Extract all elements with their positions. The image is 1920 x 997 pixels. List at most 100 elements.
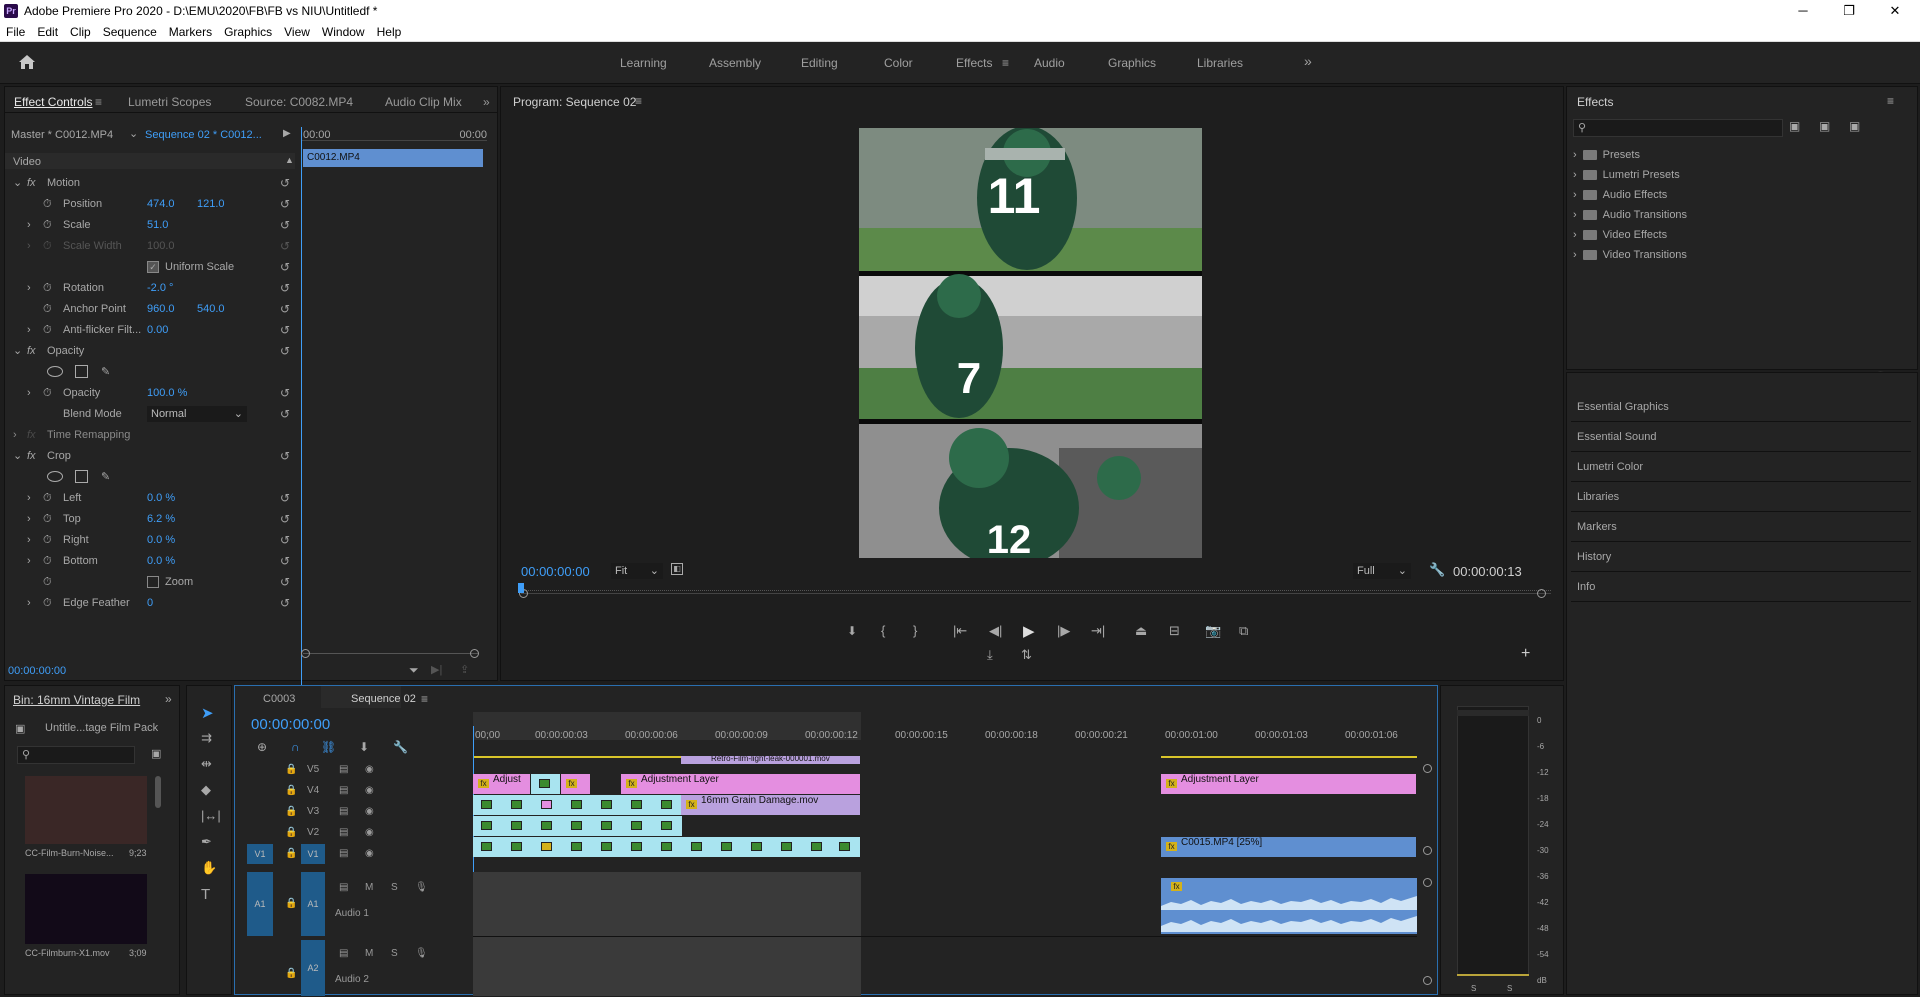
mark-in-icon[interactable]: { bbox=[881, 623, 885, 638]
menu-sequence[interactable]: Sequence bbox=[97, 22, 163, 42]
add-marker-icon[interactable]: ⬇ bbox=[359, 740, 369, 754]
expand-icon[interactable]: › bbox=[27, 278, 31, 298]
menu-graphics[interactable]: Graphics bbox=[218, 22, 278, 42]
fit-dropdown[interactable]: Fit ⌄ bbox=[611, 563, 663, 579]
expand-icon[interactable]: › bbox=[27, 488, 31, 508]
lock-icon[interactable]: 🔒 bbox=[285, 806, 297, 817]
go-to-out-icon[interactable]: ⇥| bbox=[1091, 623, 1105, 639]
lock-icon[interactable]: 🔒 bbox=[285, 764, 297, 775]
bin-item-name[interactable]: CC-Filmburn-X1.mov bbox=[25, 948, 110, 958]
resolution-dropdown[interactable]: Full ⌄ bbox=[1353, 563, 1411, 579]
zoom-checkbox[interactable] bbox=[147, 576, 159, 588]
insert-icon[interactable]: ⤓ bbox=[987, 647, 993, 663]
program-timecode[interactable]: 00:00:00:00 bbox=[521, 564, 590, 579]
program-title[interactable]: Program: Sequence 02 bbox=[513, 95, 636, 109]
vertical-scroll-handle[interactable] bbox=[1423, 976, 1432, 985]
mic-icon[interactable]: 🎙 bbox=[415, 882, 428, 893]
panel-essential-graphics[interactable]: Essential Graphics bbox=[1577, 401, 1669, 413]
zoom-handle-left[interactable] bbox=[301, 649, 310, 658]
clip-v4-3[interactable]: fx bbox=[561, 774, 591, 794]
expand-icon[interactable]: › bbox=[27, 383, 31, 403]
bin-path[interactable]: Untitle...tage Film Pack bbox=[45, 722, 158, 734]
sync-icon[interactable]: ▤ bbox=[339, 764, 348, 775]
workspace-learning[interactable]: Learning bbox=[620, 56, 667, 70]
lock-icon[interactable]: 🔒 bbox=[285, 968, 297, 979]
pen-mask-icon[interactable]: ✎ bbox=[101, 467, 110, 487]
meter-solo-left[interactable]: S bbox=[1471, 984, 1476, 993]
reset-icon[interactable]: ↺ bbox=[280, 194, 290, 214]
anchor-x-value[interactable]: 960.0 bbox=[147, 299, 175, 319]
nest-icon[interactable]: ⊕ bbox=[257, 740, 267, 754]
lock-icon[interactable]: 🔒 bbox=[285, 898, 297, 909]
clip-retro-light-leak[interactable]: Retro-Film-light-leak-000001.mov bbox=[681, 756, 861, 764]
track-label[interactable]: V1 bbox=[301, 844, 325, 864]
minimize-button[interactable]: ─ bbox=[1780, 0, 1826, 22]
effects-folder-lumetri-presets[interactable]: › Lumetri Presets bbox=[1567, 165, 1907, 185]
workspace-effects[interactable]: Effects bbox=[956, 56, 992, 70]
program-scrubber[interactable] bbox=[521, 593, 1551, 594]
crop-left-value[interactable]: 0.0 % bbox=[147, 488, 175, 508]
effects-folder-video-effects[interactable]: › Video Effects bbox=[1567, 225, 1907, 245]
clip-v4-2[interactable] bbox=[531, 774, 561, 794]
panel-more-icon[interactable]: » bbox=[165, 692, 172, 706]
expand-icon[interactable]: › bbox=[27, 551, 31, 571]
menu-clip[interactable]: Clip bbox=[64, 22, 97, 42]
sync-icon[interactable]: ▤ bbox=[339, 806, 348, 817]
clip-adjust[interactable]: fx Adjust bbox=[473, 774, 531, 794]
panel-lumetri-color[interactable]: Lumetri Color bbox=[1577, 461, 1643, 473]
stopwatch-icon[interactable]: ⏱ bbox=[43, 278, 52, 298]
clip-v3-group[interactable] bbox=[473, 795, 683, 815]
stopwatch-icon[interactable]: ⏱ bbox=[43, 194, 52, 214]
linked-selection-icon[interactable]: ⛓ bbox=[321, 740, 336, 754]
vertical-scroll-handle[interactable] bbox=[1423, 764, 1432, 773]
expand-icon[interactable]: › bbox=[13, 425, 17, 445]
menu-help[interactable]: Help bbox=[371, 22, 408, 42]
stopwatch-icon[interactable]: ⏱ bbox=[43, 551, 52, 571]
lock-icon[interactable]: 🔒 bbox=[285, 848, 297, 859]
track-a1-label[interactable]: A1 bbox=[301, 872, 325, 936]
reset-icon[interactable]: ↺ bbox=[280, 320, 290, 340]
reset-icon[interactable]: ↺ bbox=[280, 173, 290, 193]
crop-right-value[interactable]: 0.0 % bbox=[147, 530, 175, 550]
clip-adjustment-layer[interactable]: fx Adjustment Layer bbox=[621, 774, 861, 794]
panel-more-icon[interactable]: » bbox=[483, 95, 490, 109]
mute-button[interactable]: M bbox=[365, 882, 373, 893]
play-only-icon[interactable]: ▶ bbox=[283, 128, 291, 139]
lock-icon[interactable]: 🔒 bbox=[285, 785, 297, 796]
pen-tool-icon[interactable]: ✒ bbox=[201, 834, 212, 850]
wrench-icon[interactable]: 🔧 bbox=[393, 740, 408, 754]
uniform-scale-checkbox[interactable]: ✓ bbox=[147, 261, 159, 273]
type-tool-icon[interactable]: T bbox=[201, 886, 210, 903]
tab-effect-controls[interactable]: Effect Controls bbox=[14, 95, 92, 109]
track-a2-label[interactable]: A2 bbox=[301, 940, 325, 996]
ripple-edit-tool-icon[interactable]: ⇹ bbox=[201, 756, 212, 772]
effects-folder-audio-transitions[interactable]: › Audio Transitions bbox=[1567, 205, 1907, 225]
wrench-icon[interactable]: 🔧 bbox=[1429, 562, 1445, 578]
panel-markers[interactable]: Markers bbox=[1577, 521, 1617, 533]
solo-button[interactable]: S bbox=[391, 948, 398, 959]
timeline-timecode[interactable]: 00:00:00:00 bbox=[251, 716, 330, 733]
reset-icon[interactable]: ↺ bbox=[280, 593, 290, 613]
panel-history[interactable]: History bbox=[1577, 551, 1611, 563]
crop-top-value[interactable]: 6.2 % bbox=[147, 509, 175, 529]
tab-lumetri-scopes[interactable]: Lumetri Scopes bbox=[128, 95, 211, 109]
position-x-value[interactable]: 474.0 bbox=[147, 194, 175, 214]
selection-tool-icon[interactable]: ➤ bbox=[201, 704, 214, 722]
sync-icon[interactable]: ▤ bbox=[339, 848, 348, 859]
snap-icon[interactable]: ∩ bbox=[291, 740, 300, 754]
sync-icon[interactable]: ▤ bbox=[339, 948, 348, 959]
hand-tool-icon[interactable]: ✋ bbox=[201, 860, 217, 876]
pen-mask-icon[interactable]: ✎ bbox=[101, 362, 110, 382]
close-button[interactable]: ✕ bbox=[1872, 0, 1918, 22]
meter-solo-right[interactable]: S bbox=[1507, 984, 1512, 993]
new-search-bin-icon[interactable]: ▣ bbox=[151, 747, 161, 760]
reset-icon[interactable]: ↺ bbox=[280, 572, 290, 592]
vertical-scroll-handle[interactable] bbox=[1423, 846, 1432, 855]
home-icon[interactable] bbox=[18, 54, 36, 70]
overwrite-icon[interactable]: ⇅ bbox=[1021, 647, 1032, 663]
master-clip-label[interactable]: Master * C0012.MP4 bbox=[11, 129, 113, 141]
expand-icon[interactable]: › bbox=[27, 593, 31, 613]
step-forward-icon[interactable]: |▶ bbox=[1057, 623, 1070, 639]
clip-16mm-grain[interactable]: fx 16mm Grain Damage.mov bbox=[681, 795, 861, 815]
effects-folder-presets[interactable]: › Presets bbox=[1567, 145, 1907, 165]
